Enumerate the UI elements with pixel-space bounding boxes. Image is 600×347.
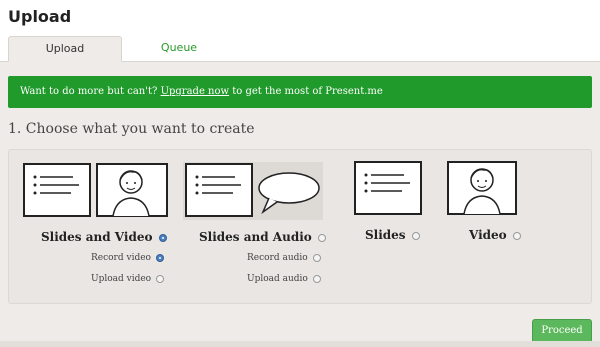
- upgrade-now-link[interactable]: Upgrade now: [161, 86, 230, 97]
- upgrade-banner: Want to do more but can't? Upgrade now t…: [8, 76, 592, 108]
- options-panel: Slides and Video Record video Upload vid…: [8, 149, 592, 304]
- radio-slides-and-audio[interactable]: [318, 233, 326, 242]
- radio-video[interactable]: [512, 231, 521, 240]
- banner-prefix: Want to do more but can't?: [20, 86, 158, 97]
- option-label: Slides and Video: [41, 230, 153, 244]
- banner-suffix: to get the most of Present.me: [232, 86, 383, 97]
- sub-option-label: Record audio: [247, 253, 308, 263]
- radio-slides-and-video[interactable]: [158, 233, 167, 242]
- proceed-button[interactable]: Proceed: [532, 319, 592, 343]
- sub-option-upload-audio[interactable]: Upload audio: [247, 274, 321, 284]
- sub-option-label: Upload video: [91, 274, 152, 284]
- page-title: Upload: [8, 7, 72, 26]
- tab-bar: Upload Queue: [0, 36, 600, 62]
- header: Upload: [0, 0, 600, 36]
- option-label: Slides and Audio: [199, 230, 312, 244]
- option-video[interactable]: Video: [469, 228, 521, 242]
- step-title: 1. Choose what you want to create: [8, 121, 255, 137]
- option-slides[interactable]: Slides: [365, 228, 420, 242]
- sub-option-label: Record video: [91, 253, 151, 263]
- radio-upload-video[interactable]: [155, 274, 164, 283]
- radio-slides[interactable]: [411, 231, 420, 240]
- tab-upload[interactable]: Upload: [8, 36, 122, 62]
- sub-option-record-video[interactable]: Record video: [91, 253, 164, 263]
- person-icon[interactable]: [446, 160, 518, 218]
- sub-option-upload-video[interactable]: Upload video: [91, 274, 164, 284]
- slides-and-person-icon[interactable]: [21, 162, 171, 220]
- footer-divider: [0, 341, 600, 347]
- tab-queue[interactable]: Queue: [124, 36, 234, 62]
- radio-record-video[interactable]: [155, 253, 164, 262]
- radio-record-audio[interactable]: [312, 253, 321, 262]
- radio-upload-audio[interactable]: [312, 274, 321, 283]
- sub-option-record-audio[interactable]: Record audio: [247, 253, 321, 263]
- option-slides-and-audio[interactable]: Slides and Audio: [199, 230, 326, 244]
- slides-and-speech-bubble-icon[interactable]: [183, 162, 323, 220]
- slides-icon[interactable]: [352, 160, 424, 218]
- option-label: Video: [469, 228, 507, 242]
- option-label: Slides: [365, 228, 406, 242]
- option-slides-and-video[interactable]: Slides and Video: [41, 230, 167, 244]
- sub-option-label: Upload audio: [247, 274, 308, 284]
